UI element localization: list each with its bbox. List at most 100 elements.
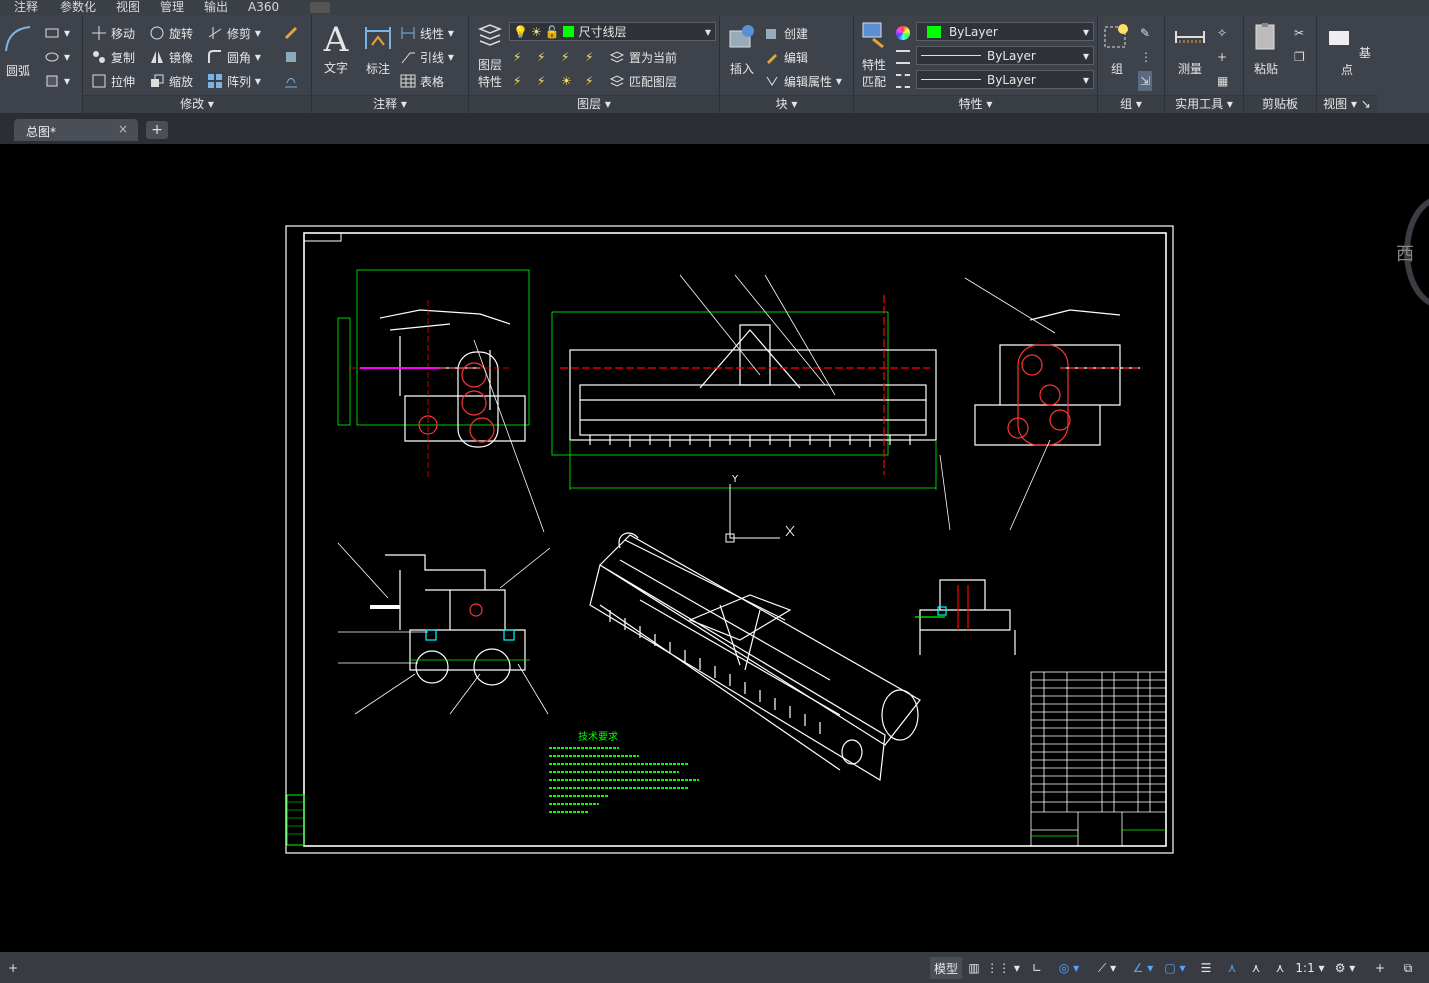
plus-icon: + (1374, 961, 1386, 975)
dimension-button[interactable]: 标注 (360, 21, 396, 77)
leader-button[interactable]: 引线 ▾ (400, 47, 454, 67)
lineweight-toggle[interactable]: ☰ (1196, 957, 1216, 979)
set-current-button[interactable]: 置为当前 (609, 47, 677, 67)
layout-add-button[interactable]: + (4, 957, 22, 979)
view-panel-title[interactable]: 视图 ▾ ↘ (1317, 95, 1377, 113)
drawing-canvas[interactable]: Y 技术要求 西 (0, 144, 1429, 952)
viewcube-direction-label[interactable]: 西 (1396, 240, 1414, 266)
copy-button[interactable]: 复制 (91, 47, 135, 67)
color-wheel-button[interactable] (896, 23, 910, 43)
layer-tool-1[interactable]: ⚡ (513, 47, 521, 67)
arc-button[interactable]: 圆弧 (2, 23, 34, 79)
basepoint-button[interactable]: 基点 (1323, 21, 1371, 78)
quick-select-button[interactable]: ✧ (1217, 23, 1227, 43)
layers-panel-title[interactable]: 图层 ▾ (469, 95, 719, 113)
offset-button[interactable] (283, 71, 303, 91)
group-button[interactable]: 组 (1100, 21, 1134, 77)
annotation-monitor-button[interactable]: + (1370, 957, 1390, 979)
annotation-scale-dropdown[interactable]: 1:1 ▾ (1294, 957, 1326, 979)
menu-manage[interactable]: 管理 (160, 0, 184, 14)
menu-output[interactable]: 输出 (204, 0, 228, 14)
properties-panel-title[interactable]: 特性 ▾ (854, 95, 1097, 113)
workspace-button[interactable]: ⚙ ▾ (1330, 957, 1360, 979)
layer-tool-4[interactable]: ⚡ (585, 47, 593, 67)
layer-tool-2[interactable]: ⚡ (537, 47, 545, 67)
annotation-visibility-button[interactable]: ⋏ (1222, 957, 1242, 979)
region-button[interactable]: ▾ (44, 71, 70, 91)
array-button[interactable]: 阵列 ▾ (207, 71, 261, 91)
grid-button[interactable]: ▥ (964, 957, 984, 979)
calculator-button[interactable]: ▦ (1217, 71, 1228, 91)
annotation-panel-title[interactable]: 注释 ▾ (312, 95, 468, 113)
layer-color-swatch (562, 26, 574, 37)
scale-button[interactable]: 缩放 (149, 71, 193, 91)
copy-clip-button[interactable]: ❐ (1294, 47, 1305, 67)
linetype-icon-button[interactable] (896, 47, 910, 67)
model-space-button[interactable]: 模型 (930, 957, 962, 979)
mirror-button[interactable]: 镜像 (149, 47, 193, 67)
polar-button[interactable]: ◎ ▾ (1052, 957, 1086, 979)
create-block-button[interactable]: 创建 (764, 23, 808, 43)
insert-block-button[interactable]: 插入 (724, 21, 760, 77)
modify-panel-title[interactable]: 修改 ▾ (83, 95, 311, 113)
close-icon[interactable]: × (118, 122, 128, 136)
rectangle-button[interactable]: ▾ (44, 23, 70, 43)
snap-button[interactable]: ⋮⋮ ▾ (986, 957, 1020, 979)
ungroup-button[interactable]: ✎ (1140, 23, 1150, 43)
match-layer-button[interactable]: 匹配图层 (609, 71, 677, 91)
group-select-toggle[interactable]: ⇲ (1138, 71, 1153, 91)
autoscale-button[interactable]: ⋏ (1246, 957, 1266, 979)
layer-properties-button[interactable]: 图层 特性 (473, 23, 507, 90)
paste-button[interactable]: 粘贴 (1248, 21, 1284, 77)
stretch-button[interactable]: 拉伸 (91, 71, 135, 91)
trim-icon (208, 27, 222, 39)
color-dropdown[interactable]: ByLayer ▾ (916, 22, 1094, 41)
utilities-panel-title[interactable]: 实用工具 ▾ (1165, 95, 1243, 113)
text-button[interactable]: A 文字 (318, 21, 354, 76)
table-button[interactable]: 表格 (400, 71, 444, 91)
isolate-objects-button[interactable]: ⧉ (1396, 957, 1420, 979)
layer-tool-3[interactable]: ⚡ (561, 47, 569, 67)
fillet-button[interactable]: 圆角 ▾ (207, 47, 261, 67)
layer-tool-7[interactable]: ☀ (561, 71, 572, 91)
measure-button[interactable]: 测量 (1169, 21, 1211, 77)
move-button[interactable]: 移动 (91, 23, 135, 43)
rotate-button[interactable]: 旋转 (149, 23, 193, 43)
layer-freeze-icon: ⚡ (561, 50, 570, 64)
annotation-scale-icon-button[interactable]: ⋏ (1270, 957, 1290, 979)
group-edit-button[interactable]: ⋮ (1140, 47, 1152, 67)
edit-block-button[interactable]: 编辑 (764, 47, 808, 67)
layer-tool-6[interactable]: ⚡ (537, 71, 545, 91)
ortho-button[interactable]: ∟ (1026, 957, 1048, 979)
trim-button[interactable]: 修剪 ▾ (207, 23, 261, 43)
clipboard-panel-title[interactable]: 剪贴板 (1244, 95, 1316, 113)
object-track-button[interactable]: ∠ ▾ (1128, 957, 1158, 979)
layer-tool-5[interactable]: ⚡ (513, 71, 521, 91)
new-tab-button[interactable]: + (146, 121, 168, 139)
id-point-button[interactable]: + (1217, 47, 1227, 67)
menu-annotate[interactable]: 注释 (14, 0, 38, 14)
layer-tool-8[interactable]: ⚡ (585, 71, 593, 91)
document-tab[interactable]: 总图* × (14, 119, 138, 141)
copy-label: 复制 (111, 50, 136, 65)
edit-attributes-button[interactable]: 编辑属性 ▾ (764, 71, 842, 91)
block-panel-title[interactable]: 块 ▾ (720, 95, 853, 113)
lineweight-icon-button[interactable] (896, 71, 910, 91)
isodraft-button[interactable]: ⟋ ▾ (1090, 957, 1124, 979)
cut-button[interactable]: ✂ (1294, 23, 1304, 43)
match-properties-button[interactable]: 特性 匹配 (856, 21, 892, 90)
sheet-outer-border (285, 225, 1174, 854)
menu-view[interactable]: 视图 (116, 0, 140, 14)
osnap-button[interactable]: ▢ ▾ (1158, 957, 1192, 979)
menu-a360[interactable]: A360 (248, 0, 279, 14)
hatch-button[interactable]: ▾ (44, 47, 70, 67)
menu-parametric[interactable]: 参数化 (60, 0, 96, 14)
linetype-dropdown[interactable]: ByLayer ▾ (916, 46, 1094, 65)
groups-panel-title[interactable]: 组 ▾ (1098, 95, 1164, 113)
erase-button[interactable] (283, 23, 303, 43)
layer-dropdown[interactable]: 💡 ☀ 🔓 尺寸线层 ▾ (509, 22, 716, 41)
linear-button[interactable]: 线性 ▾ (400, 23, 454, 43)
featured-apps-icon[interactable] (310, 2, 330, 13)
explode-button[interactable] (283, 47, 303, 67)
lineweight-dropdown[interactable]: ByLayer ▾ (916, 70, 1094, 89)
